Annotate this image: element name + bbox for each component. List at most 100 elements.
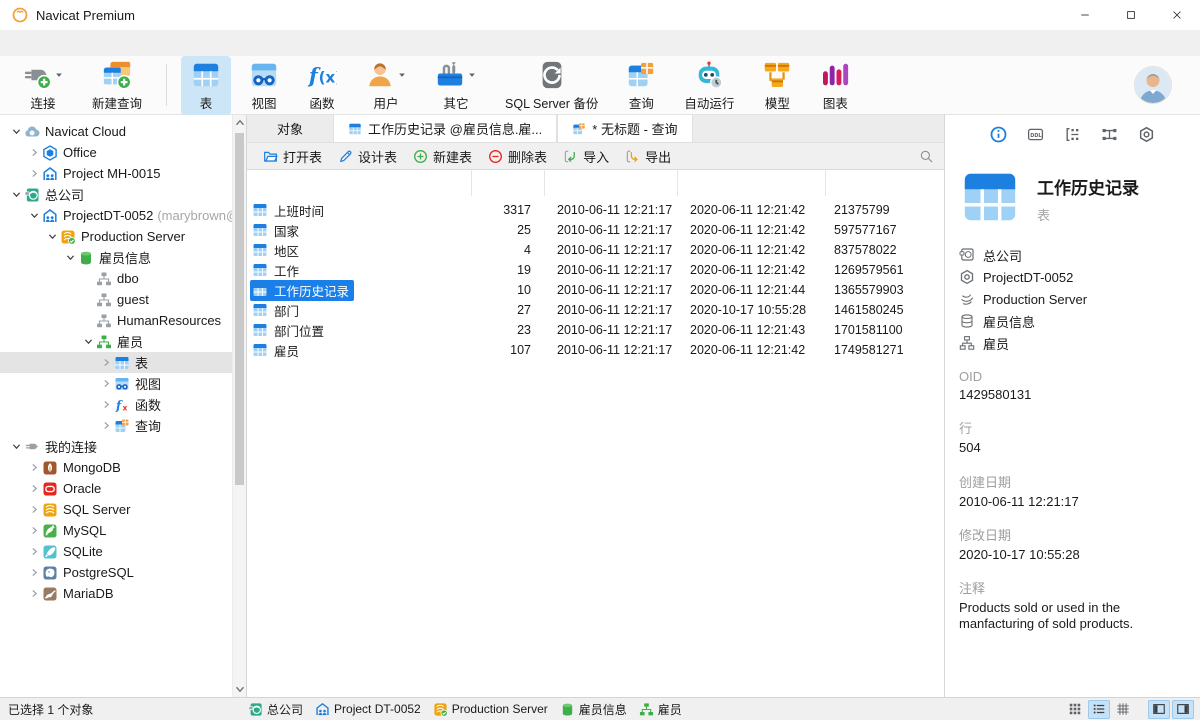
tree-item[interactable]: MariaDB bbox=[0, 583, 246, 604]
tree-item[interactable]: MongoDB bbox=[0, 457, 246, 478]
chevron-right-icon[interactable] bbox=[26, 567, 42, 579]
view-mode-button[interactable] bbox=[1112, 700, 1134, 719]
table-row[interactable]: 地区 4 2010-06-11 12:21:17 2020-06-11 12:2… bbox=[247, 240, 944, 260]
toolbar-button[interactable]: 图表 bbox=[810, 56, 860, 115]
tab[interactable]: 工作历史记录 @雇员信息.雇... bbox=[333, 115, 558, 142]
chevron-down-icon[interactable] bbox=[26, 210, 42, 222]
scrollbar-thumb[interactable] bbox=[235, 133, 244, 485]
table-row[interactable]: 部门位置 23 2010-06-11 12:21:17 2020-06-11 1… bbox=[247, 320, 944, 340]
toolbar-button[interactable]: 新建查询 bbox=[82, 56, 152, 115]
object-toolbar-button[interactable]: 打开表 bbox=[255, 143, 330, 169]
chevron-right-icon[interactable] bbox=[26, 483, 42, 495]
chevron-right-icon[interactable] bbox=[98, 378, 114, 390]
chevron-right-icon[interactable] bbox=[26, 525, 42, 537]
scroll-up-icon[interactable] bbox=[233, 115, 246, 131]
tree-item[interactable]: 雇员 bbox=[0, 331, 246, 352]
tab[interactable]: 对象 bbox=[247, 115, 333, 142]
tree-item[interactable]: 查询 bbox=[0, 415, 246, 436]
tree-item[interactable]: HumanResources bbox=[0, 310, 246, 331]
tree-item[interactable]: 雇员信息 bbox=[0, 247, 246, 268]
sidebar-scrollbar[interactable] bbox=[232, 115, 246, 697]
chevron-down-icon[interactable] bbox=[80, 336, 96, 348]
column-header[interactable] bbox=[678, 170, 826, 196]
tree-item[interactable]: Navicat Cloud bbox=[0, 121, 246, 142]
column-header[interactable] bbox=[826, 170, 944, 196]
object-toolbar-button[interactable]: 导入 bbox=[555, 143, 617, 169]
toolbar-button[interactable]: 模型 bbox=[752, 56, 802, 115]
maximize-button[interactable] bbox=[1108, 0, 1154, 30]
info-panel-tab[interactable]: DDL bbox=[1026, 124, 1046, 144]
column-header[interactable] bbox=[247, 170, 472, 196]
toolbar-button[interactable]: 视图 bbox=[239, 56, 289, 115]
view-mode-button[interactable] bbox=[1088, 699, 1110, 719]
chevron-right-icon[interactable] bbox=[26, 168, 42, 180]
breadcrumb-item[interactable]: 雇员信息 bbox=[560, 701, 627, 718]
view-mode-button[interactable] bbox=[1064, 700, 1086, 719]
scroll-down-icon[interactable] bbox=[233, 681, 246, 697]
tree-item[interactable]: MySQL bbox=[0, 520, 246, 541]
chevron-right-icon[interactable] bbox=[98, 420, 114, 432]
toolbar-button[interactable]: 连接 bbox=[12, 56, 74, 115]
tree-item[interactable]: ProjectDT-0052 (marybrown@ bbox=[0, 205, 246, 226]
info-panel-tab[interactable] bbox=[989, 124, 1009, 144]
object-toolbar-button[interactable]: 设计表 bbox=[330, 143, 405, 169]
info-panel-tab[interactable] bbox=[1137, 124, 1157, 144]
toolbar-button[interactable]: 表 bbox=[181, 55, 232, 115]
tree-item[interactable]: 总公司 bbox=[0, 184, 246, 205]
chevron-down-icon[interactable] bbox=[44, 231, 60, 243]
tree-item[interactable]: fx 函数 bbox=[0, 394, 246, 415]
breadcrumb-item[interactable]: Production Server bbox=[433, 702, 548, 717]
breadcrumb-item[interactable]: Project DT-0052 bbox=[315, 702, 421, 717]
chevron-right-icon[interactable] bbox=[26, 546, 42, 558]
table-row[interactable]: 雇员 107 2010-06-11 12:21:17 2020-06-11 12… bbox=[247, 340, 944, 360]
table-row[interactable]: 部门 27 2010-06-11 12:21:17 2020-10-17 10:… bbox=[247, 300, 944, 320]
breadcrumb-item[interactable]: 总公司 bbox=[248, 701, 303, 718]
object-toolbar-button[interactable]: 删除表 bbox=[480, 143, 555, 169]
object-toolbar-button[interactable]: 新建表 bbox=[405, 143, 480, 169]
info-panel-tab[interactable] bbox=[1063, 124, 1083, 144]
tree-item[interactable]: PostgreSQL bbox=[0, 562, 246, 583]
tree-item[interactable]: guest bbox=[0, 289, 246, 310]
breadcrumb-item[interactable]: 雇员 bbox=[639, 701, 682, 718]
tree-item[interactable]: Production Server bbox=[0, 226, 246, 247]
chevron-down-icon[interactable] bbox=[62, 252, 78, 264]
tree-item[interactable]: 表 bbox=[0, 352, 246, 373]
info-panel-tab[interactable] bbox=[1100, 124, 1120, 144]
table-row[interactable]: 工作 19 2010-06-11 12:21:17 2020-06-11 12:… bbox=[247, 260, 944, 280]
toolbar-button[interactable]: f(x) 函数 bbox=[297, 56, 347, 115]
chevron-right-icon[interactable] bbox=[26, 504, 42, 516]
minimize-button[interactable] bbox=[1062, 0, 1108, 30]
toolbar-button[interactable]: 自动运行 bbox=[674, 56, 744, 115]
chevron-right-icon[interactable] bbox=[26, 588, 42, 600]
tab[interactable]: * 无标题 - 查询 bbox=[557, 115, 693, 142]
view-mode-button[interactable] bbox=[1148, 699, 1170, 719]
search-icon[interactable] bbox=[919, 149, 934, 164]
tree-item[interactable]: SQLite bbox=[0, 541, 246, 562]
close-button[interactable] bbox=[1154, 0, 1200, 30]
table-row[interactable]: 上班时间 3317 2010-06-11 12:21:17 2020-06-11… bbox=[247, 200, 944, 220]
column-header[interactable] bbox=[472, 170, 545, 196]
toolbar-button[interactable]: 查询 bbox=[616, 56, 666, 115]
toolbar-button[interactable]: SQL Server 备份 bbox=[495, 56, 608, 115]
user-avatar[interactable] bbox=[1134, 66, 1172, 104]
tree-item[interactable]: 我的连接 bbox=[0, 436, 246, 457]
table-row[interactable]: 国家 25 2010-06-11 12:21:17 2020-06-11 12:… bbox=[247, 220, 944, 240]
object-toolbar-button[interactable]: 导出 bbox=[617, 143, 679, 169]
tree-item[interactable]: Oracle bbox=[0, 478, 246, 499]
chevron-right-icon[interactable] bbox=[98, 357, 114, 369]
chevron-right-icon[interactable] bbox=[26, 462, 42, 474]
chevron-down-icon[interactable] bbox=[8, 126, 24, 138]
toolbar-button[interactable]: 其它 bbox=[425, 56, 487, 115]
column-header[interactable] bbox=[545, 170, 678, 196]
tree-item[interactable]: dbo bbox=[0, 268, 246, 289]
chevron-right-icon[interactable] bbox=[26, 147, 42, 159]
tree-item[interactable]: Project MH-0015 bbox=[0, 163, 246, 184]
tree-item[interactable]: SQL Server bbox=[0, 499, 246, 520]
tree-item[interactable]: Office bbox=[0, 142, 246, 163]
chevron-right-icon[interactable] bbox=[98, 399, 114, 411]
table-row[interactable]: 工作历史记录 10 2010-06-11 12:21:17 2020-06-11… bbox=[247, 279, 944, 301]
chevron-down-icon[interactable] bbox=[8, 189, 24, 201]
view-mode-button[interactable] bbox=[1172, 699, 1194, 719]
toolbar-button[interactable]: 用户 bbox=[355, 56, 417, 115]
chevron-down-icon[interactable] bbox=[8, 441, 24, 453]
